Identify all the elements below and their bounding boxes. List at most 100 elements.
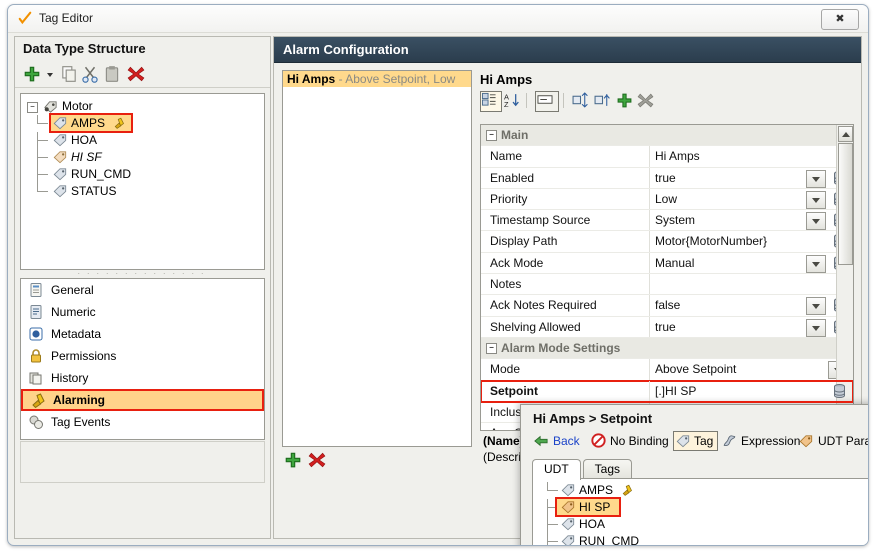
property-group-main[interactable]: − Main (481, 125, 853, 146)
scroll-up-arrow[interactable] (838, 126, 853, 142)
alarm-list[interactable]: Hi Amps - Above Setpoint, Low (282, 70, 472, 447)
data-type-structure-header: Data Type Structure (15, 37, 270, 61)
category-item-general[interactable]: General (21, 279, 264, 301)
dropdown-button[interactable] (806, 319, 826, 337)
paste-button[interactable] (103, 65, 121, 83)
popup-tree-item-hi-sp[interactable]: HI SP (533, 499, 869, 516)
property-row-priority[interactable]: Priority Low (481, 189, 853, 210)
tag-icon (561, 500, 575, 514)
back-button[interactable]: Back (534, 431, 580, 451)
popup-tree-item-run-cmd[interactable]: RUN_CMD (533, 533, 869, 546)
property-row-notes[interactable]: Notes (481, 274, 853, 295)
toolbar-separator (526, 93, 527, 108)
tag-icon (561, 534, 575, 546)
property-key: Ack Notes Required (490, 298, 597, 312)
sort-az-button[interactable]: A Z (504, 92, 521, 109)
binding-popup: Hi Amps > Setpoint Back No Binding (520, 404, 869, 546)
tree-item-amps[interactable]: AMPS (21, 115, 264, 132)
description-toggle-button[interactable] (535, 91, 559, 112)
tree-item-run-cmd[interactable]: RUN_CMD (21, 166, 264, 183)
cut-button[interactable] (81, 65, 99, 83)
category-item-tag-events[interactable]: Tag Events (21, 411, 264, 433)
tree-item-status[interactable]: STATUS (21, 183, 264, 200)
data-type-tree[interactable]: − Motor AMPS (20, 93, 265, 270)
property-value[interactable]: false (655, 298, 680, 312)
popup-tree-item-amps[interactable]: AMPS (533, 482, 869, 499)
property-value[interactable]: true (655, 320, 676, 334)
property-grid[interactable]: − Main Name Hi Amps Enabled true (480, 124, 854, 431)
tab-tags[interactable]: Tags (583, 459, 632, 479)
structure-toolbar (15, 61, 270, 88)
window-title-bar: Tag Editor ✖ (8, 5, 868, 33)
scroll-thumb[interactable] (838, 143, 853, 265)
category-item-alarming[interactable]: Alarming (21, 389, 264, 411)
toolbar-separator (563, 93, 564, 108)
categorized-view-button[interactable] (480, 91, 502, 112)
property-value[interactable]: Manual (655, 256, 694, 270)
remove-property-button[interactable] (637, 92, 654, 109)
tree-expander-icon[interactable]: − (27, 102, 38, 113)
property-group-alarm-mode-settings[interactable]: − Alarm Mode Settings (481, 338, 853, 359)
property-value[interactable]: true (655, 171, 676, 185)
property-row-setpoint[interactable]: Setpoint [.]HI SP (481, 381, 853, 402)
no-binding-button[interactable]: No Binding (591, 431, 669, 451)
group-expander-icon[interactable]: − (486, 130, 497, 141)
tree-node-root[interactable]: − Motor (21, 98, 264, 115)
property-row-ack-notes-required[interactable]: Ack Notes Required false (481, 295, 853, 316)
expand-all-button[interactable] (572, 92, 589, 109)
dropdown-button[interactable] (806, 212, 826, 230)
property-key: Notes (490, 277, 521, 291)
category-label: Tag Events (51, 415, 110, 429)
property-value[interactable]: [.]HI SP (655, 384, 696, 398)
dropdown-button[interactable] (806, 170, 826, 188)
dropdown-button[interactable] (806, 255, 826, 273)
description-icon (536, 92, 554, 107)
property-row-display-path[interactable]: Display Path Motor{MotorNumber} (481, 231, 853, 252)
popup-tree-item-hoa[interactable]: HOA (533, 516, 869, 533)
category-item-permissions[interactable]: Permissions (21, 345, 264, 367)
dropdown-button[interactable] (806, 191, 826, 209)
property-row-enabled[interactable]: Enabled true (481, 168, 853, 189)
tag-icon (53, 150, 67, 164)
copy-button[interactable] (60, 65, 78, 83)
property-row-ack-mode[interactable]: Ack Mode Manual (481, 253, 853, 274)
binding-button[interactable] (831, 383, 848, 399)
udt-parameter-button[interactable]: UDT Parameter (799, 431, 869, 451)
property-row-shelving-allowed[interactable]: Shelving Allowed true (481, 317, 853, 338)
collapse-all-button[interactable] (594, 92, 611, 109)
property-value[interactable]: Low (655, 192, 677, 206)
property-row-mode[interactable]: Mode Above Setpoint (481, 359, 853, 380)
udt-member-tree[interactable]: AMPS HI SP (532, 478, 869, 546)
category-item-metadata[interactable]: Metadata (21, 323, 264, 345)
category-label: Permissions (51, 349, 116, 363)
alarm-name: Hi Amps (287, 72, 335, 86)
property-row-name[interactable]: Name Hi Amps (481, 146, 853, 167)
category-item-history[interactable]: History (21, 367, 264, 389)
new-tag-dropdown[interactable] (45, 65, 55, 83)
tag-binding-button[interactable]: Tag (673, 431, 718, 451)
panel-splitter[interactable]: · · · · · · · · · · · · · · (20, 270, 263, 277)
property-value[interactable]: System (655, 213, 695, 227)
close-button[interactable]: ✖ (821, 9, 859, 30)
property-value[interactable]: Above Setpoint (655, 362, 736, 376)
property-value[interactable]: Hi Amps (655, 149, 700, 163)
add-alarm-button[interactable] (284, 451, 302, 469)
remove-alarm-button[interactable] (308, 451, 326, 469)
dropdown-button[interactable] (806, 297, 826, 315)
delete-button[interactable] (127, 65, 145, 83)
category-item-numeric[interactable]: Numeric (21, 301, 264, 323)
property-value[interactable]: Motor{MotorNumber} (655, 234, 767, 248)
categorized-icon (481, 92, 497, 107)
tag-category-list[interactable]: General Numeric Metadata (20, 278, 265, 440)
expression-binding-button[interactable]: Expression (722, 431, 800, 451)
group-expander-icon[interactable]: − (486, 343, 497, 354)
tab-udt[interactable]: UDT (532, 459, 581, 480)
add-property-button[interactable] (616, 92, 633, 109)
tree-item-hoa[interactable]: HOA (21, 132, 264, 149)
svg-text:Z: Z (504, 100, 509, 109)
alarm-list-item[interactable]: Hi Amps - Above Setpoint, Low (283, 71, 471, 87)
tree-item-hi-sf[interactable]: HI SF (21, 149, 264, 166)
property-row-timestamp-source[interactable]: Timestamp Source System (481, 210, 853, 231)
new-tag-button[interactable] (23, 65, 41, 83)
tree-item-label: AMPS (71, 115, 105, 132)
